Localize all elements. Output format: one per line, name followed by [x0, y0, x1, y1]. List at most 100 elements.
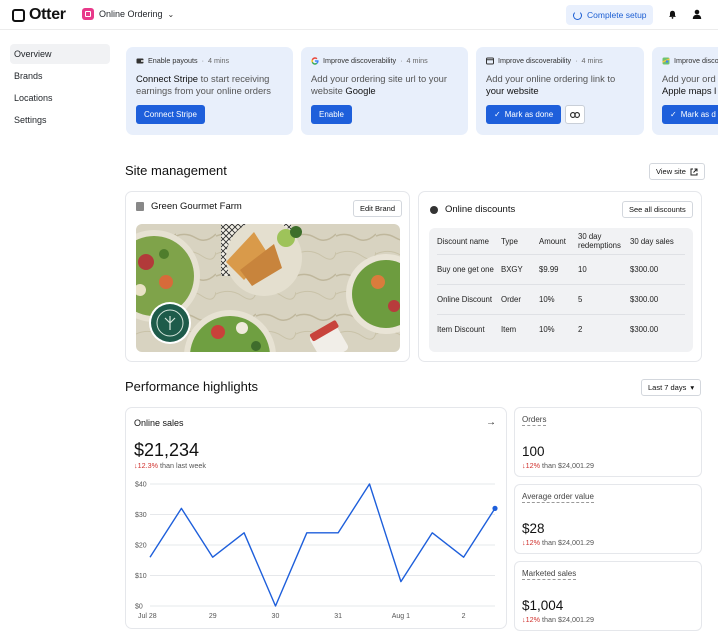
task-time: 4 mins: [406, 56, 428, 65]
table-cell: BXGY: [501, 254, 539, 285]
column-header: Discount name: [437, 232, 501, 255]
bell-icon[interactable]: [668, 10, 677, 19]
top-bar: Otter Online Ordering ⌄ Complete setup: [0, 0, 718, 30]
table-cell: Online Discount: [437, 284, 501, 315]
table-row[interactable]: Buy one get one BXGY $9.99 10 $300.00: [437, 254, 685, 285]
sidebar: Overview Brands Locations Settings: [10, 44, 110, 132]
table-cell: $300.00: [630, 254, 685, 285]
table-cell: 2: [578, 325, 583, 335]
metric-value: 100: [522, 444, 545, 459]
task-card-apple-maps: Improve discoverability Add your ordAppl…: [652, 47, 718, 135]
table-cell: Buy one get one: [437, 254, 501, 285]
column-header: 30 day sales: [630, 232, 685, 255]
discounts-title: Online discounts: [445, 204, 516, 215]
column-header: Type: [501, 232, 539, 255]
discounts-table: Discount name Type Amount 30 day redempt…: [429, 228, 693, 352]
metric-delta: ↓12% than $24,001.29: [522, 538, 594, 547]
brand-card: Green Gourmet Farm Edit Brand: [125, 191, 410, 362]
table-cell: $9.99: [539, 254, 578, 285]
task-description: Add your online ordering link to your we…: [486, 73, 616, 96]
task-category: Improve discoverability: [498, 56, 572, 65]
user-icon[interactable]: [692, 9, 702, 19]
sidebar-item-locations[interactable]: Locations: [10, 88, 110, 108]
see-all-discounts-button[interactable]: See all discounts: [622, 201, 693, 218]
copy-link-button[interactable]: [565, 105, 586, 124]
online-sales-card: Online sales → $21,234 ↓12.3% than last …: [125, 407, 507, 629]
table-row[interactable]: Online Discount Order 10% 5 $300.00: [437, 284, 685, 315]
task-card-apple-maps-clip: Improve discoverability Add your ordAppl…: [652, 47, 718, 135]
table-cell: $300.00: [630, 284, 685, 315]
table-cell: Order: [501, 284, 539, 315]
task-description: Add your ordering site url to your websi…: [311, 73, 448, 96]
table-cell: 5: [578, 284, 630, 315]
sidebar-item-brands[interactable]: Brands: [10, 66, 110, 86]
complete-setup-label: Complete setup: [587, 10, 647, 20]
task-description: Connect Stripe to start receiving earnin…: [136, 73, 271, 96]
sidebar-item-overview[interactable]: Overview: [10, 44, 110, 64]
view-site-label: View site: [656, 167, 686, 176]
metric-delta: ↓12% than $24,001.29: [522, 615, 594, 624]
x-tick-label: 29: [209, 613, 217, 620]
task-card-website: Improve discoverability · 4 mins Add you…: [476, 47, 644, 135]
metric-label[interactable]: Orders: [522, 415, 547, 426]
connect-stripe-button[interactable]: Connect Stripe: [136, 105, 205, 124]
app-switcher[interactable]: Online Ordering ⌄: [82, 8, 174, 20]
task-card-payouts: Enable payouts · 4 mins Connect Stripe t…: [126, 47, 293, 135]
mark-as-done-label: Mark as done: [504, 110, 554, 119]
table-cell: 10: [578, 254, 630, 285]
metric-value: $1,004: [522, 598, 564, 613]
apple-maps-icon: [662, 57, 670, 64]
task-time: 4 mins: [207, 56, 230, 65]
x-tick-label: 30: [272, 613, 280, 620]
edit-brand-button[interactable]: Edit Brand: [353, 200, 403, 217]
x-tick-label: Aug 1: [392, 613, 410, 620]
google-icon: [311, 56, 319, 65]
table-cell: $300.00: [630, 325, 659, 335]
complete-setup-button[interactable]: Complete setup: [566, 5, 653, 25]
caret-down-icon: ▾: [690, 383, 695, 392]
task-category: Improve discoverability: [674, 56, 718, 65]
mark-as-done-button[interactable]: ✓ Mark as d: [662, 105, 718, 124]
site-management-title: Site management: [125, 163, 227, 178]
x-tick-label: 2: [462, 613, 466, 620]
online-sales-chart: $0$10$20$30$40Jul 28293031Aug 123: [135, 482, 498, 620]
store-icon: [136, 202, 144, 211]
y-tick-label: $10: [135, 573, 147, 580]
average-order-value-card: Average order value $28 ↓12% than $24,00…: [514, 484, 702, 554]
app-name: Online Ordering: [99, 9, 163, 19]
link-icon: [570, 111, 581, 118]
discounts-card: Online discounts See all discounts Disco…: [418, 191, 702, 362]
metric-delta: ↓12% than $24,001.29: [522, 461, 594, 470]
y-tick-label: $20: [135, 543, 147, 550]
mark-as-done-button[interactable]: ✓ Mark as done: [486, 105, 562, 124]
metric-label[interactable]: Average order value: [522, 492, 594, 503]
y-tick-label: $40: [135, 482, 147, 489]
metric-label[interactable]: Marketed sales: [522, 569, 577, 580]
brand-food-photo: [136, 224, 400, 352]
brand-name: Green Gourmet Farm: [151, 201, 242, 212]
otter-logo[interactable]: Otter: [12, 6, 66, 24]
column-header: Amount: [539, 232, 578, 255]
online-ordering-icon: [82, 8, 94, 20]
mark-as-done-label: Mark as d: [680, 110, 716, 119]
check-icon: ✓: [670, 110, 677, 119]
task-category: Improve discoverability: [323, 56, 397, 65]
marketed-sales-card: Marketed sales $1,004 ↓12% than $24,001.…: [514, 561, 702, 631]
progress-ring-icon: [573, 10, 582, 20]
table-cell: Item: [501, 325, 517, 335]
browser-icon: [486, 57, 494, 64]
table-cell: 10%: [539, 325, 555, 335]
data-point: [492, 505, 498, 511]
date-range-label: Last 7 days: [648, 383, 687, 392]
view-site-button[interactable]: View site: [649, 163, 705, 180]
date-range-select[interactable]: Last 7 days ▾: [641, 379, 702, 396]
external-link-icon: [690, 168, 698, 175]
table-header-row: Discount name Type Amount 30 day redempt…: [437, 232, 685, 255]
y-tick-label: $30: [135, 512, 147, 519]
x-tick-label: Jul 28: [138, 613, 157, 620]
enable-button[interactable]: Enable: [311, 105, 352, 124]
task-description: Add your ord Apple maps l: [662, 73, 717, 96]
table-row[interactable]: Item Discount Item 10% 2 $300.00: [437, 315, 685, 345]
sidebar-item-settings[interactable]: Settings: [10, 110, 110, 130]
otter-logo-icon: [12, 8, 25, 22]
